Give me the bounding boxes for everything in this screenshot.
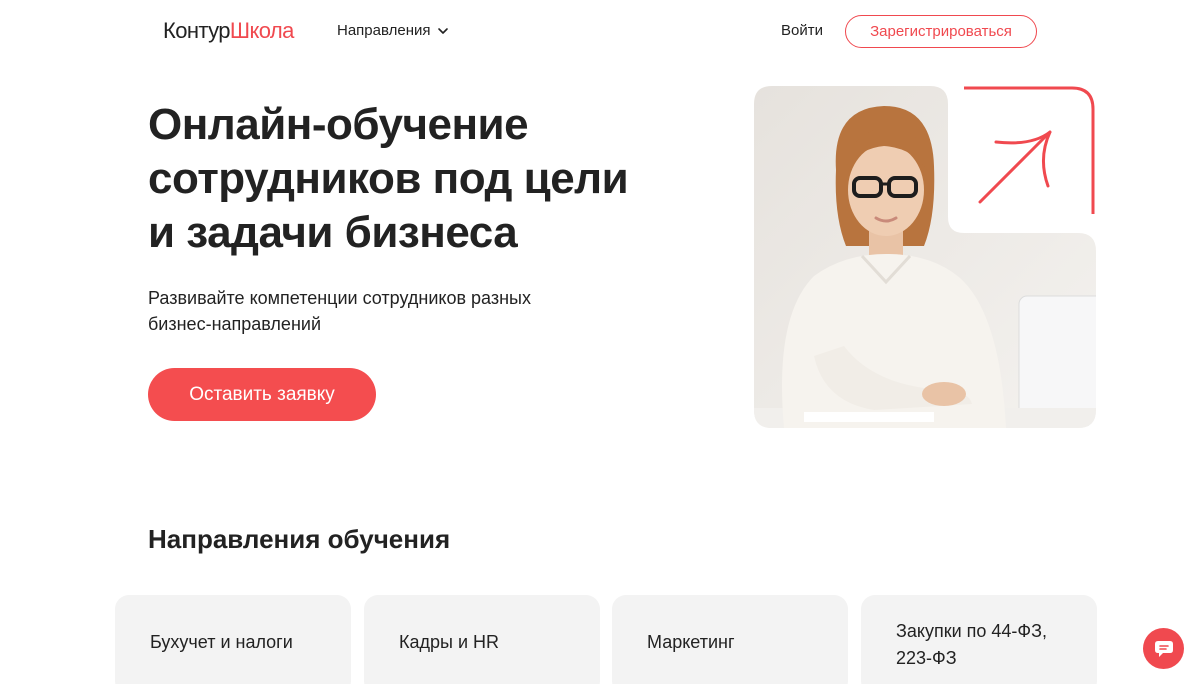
direction-card-label: 223-ФЗ — [896, 648, 957, 668]
chevron-down-icon — [437, 28, 448, 34]
direction-card-hr[interactable]: Кадры и HR — [364, 595, 600, 684]
leave-request-button[interactable]: Оставить заявку — [148, 368, 376, 421]
nav-directions-dropdown[interactable]: Направления — [337, 21, 449, 41]
chat-icon — [1154, 640, 1173, 657]
logo-shkola: Школа — [229, 18, 294, 43]
hero-title-line: сотрудников под цели — [148, 154, 629, 203]
direction-card-label: Закупки по 44-ФЗ, — [896, 621, 1047, 641]
register-button[interactable]: Зарегистрироваться — [845, 15, 1037, 48]
hero-title-line: и задачи бизнеса — [148, 208, 518, 257]
page: КонтурШкола Направления Войти Зарегистри… — [0, 0, 1200, 684]
nav-directions-label: Направления — [337, 22, 431, 39]
arrow-up-right-icon — [964, 86, 1095, 214]
logo[interactable]: КонтурШкола — [163, 17, 294, 45]
hero-subtitle-line: Развивайте компетенции сотрудников разны… — [148, 288, 531, 308]
direction-card-procurement[interactable]: Закупки по 44-ФЗ, 223-ФЗ — [861, 595, 1097, 684]
login-link[interactable]: Войти — [781, 21, 823, 41]
hero-title-line: Онлайн-обучение — [148, 100, 529, 149]
direction-card-label: Кадры и HR — [399, 632, 500, 652]
direction-card-accounting[interactable]: Бухучет и налоги — [115, 595, 351, 684]
direction-card-marketing[interactable]: Маркетинг — [612, 595, 848, 684]
directions-title: Направления обучения — [148, 524, 451, 554]
hero-subtitle-line: бизнес-направлений — [148, 314, 321, 334]
chat-button[interactable] — [1143, 628, 1184, 669]
hero-title: Онлайн-обучение сотрудников под цели и з… — [148, 98, 708, 260]
hero-subtitle: Развивайте компетенции сотрудников разны… — [148, 285, 608, 337]
logo-kontur: Контур — [163, 18, 231, 43]
direction-card-label: Маркетинг — [647, 632, 735, 652]
direction-card-label: Бухучет и налоги — [150, 632, 293, 652]
